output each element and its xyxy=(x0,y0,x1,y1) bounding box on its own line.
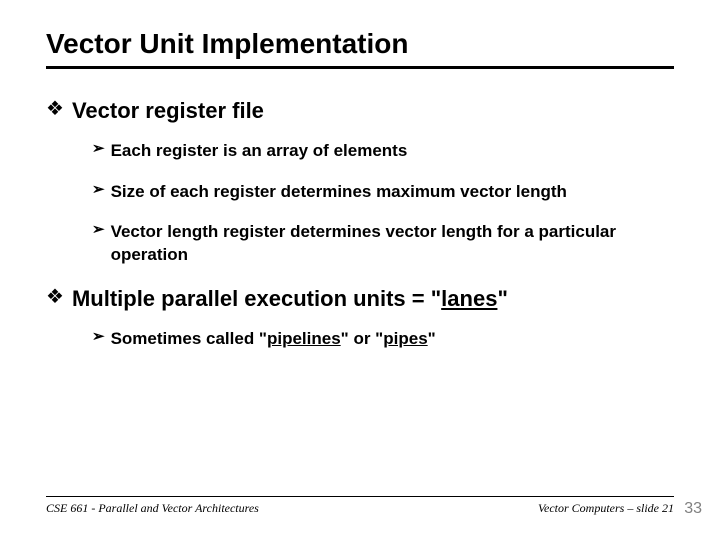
bullet-text: Sometimes called "pipelines" or "pipes" xyxy=(111,328,436,351)
text-segment: Multiple parallel execution units = " xyxy=(72,286,441,311)
bullet-level2: ➢ Size of each register determines maxim… xyxy=(92,181,674,204)
page-number: 33 xyxy=(684,500,702,518)
arrow-icon: ➢ xyxy=(92,140,105,159)
underlined-term: pipelines xyxy=(267,329,341,348)
bullet-text: Each register is an array of elements xyxy=(111,140,408,163)
diamond-icon: ❖ xyxy=(46,97,64,121)
bullet-text: Size of each register determines maximum… xyxy=(111,181,567,204)
text-segment: " or " xyxy=(341,329,384,348)
bullet-text: Vector register file xyxy=(72,97,264,126)
slide: Vector Unit Implementation ❖ Vector regi… xyxy=(0,0,720,540)
footer-left: CSE 661 - Parallel and Vector Architectu… xyxy=(46,501,259,516)
arrow-icon: ➢ xyxy=(92,181,105,200)
footer: CSE 661 - Parallel and Vector Architectu… xyxy=(46,496,674,516)
footer-right: Vector Computers – slide 21 xyxy=(538,501,674,516)
text-segment: Sometimes called " xyxy=(111,329,267,348)
bullet-level2: ➢ Each register is an array of elements xyxy=(92,140,674,163)
bullet-text: Multiple parallel execution units = "lan… xyxy=(72,285,508,314)
bullet-level2: ➢ Sometimes called "pipelines" or "pipes… xyxy=(92,328,674,351)
bullet-level1: ❖ Vector register file xyxy=(46,97,674,126)
underlined-term: pipes xyxy=(383,329,427,348)
text-segment: " xyxy=(497,286,507,311)
bullet-level2: ➢ Vector length register determines vect… xyxy=(92,221,674,267)
bullet-text: Vector length register determines vector… xyxy=(111,221,644,267)
text-segment: " xyxy=(428,329,436,348)
bullet-level1: ❖ Multiple parallel execution units = "l… xyxy=(46,285,674,314)
arrow-icon: ➢ xyxy=(92,328,105,347)
diamond-icon: ❖ xyxy=(46,285,64,309)
underlined-term: lanes xyxy=(441,286,497,311)
arrow-icon: ➢ xyxy=(92,221,105,240)
page-title: Vector Unit Implementation xyxy=(46,28,674,69)
